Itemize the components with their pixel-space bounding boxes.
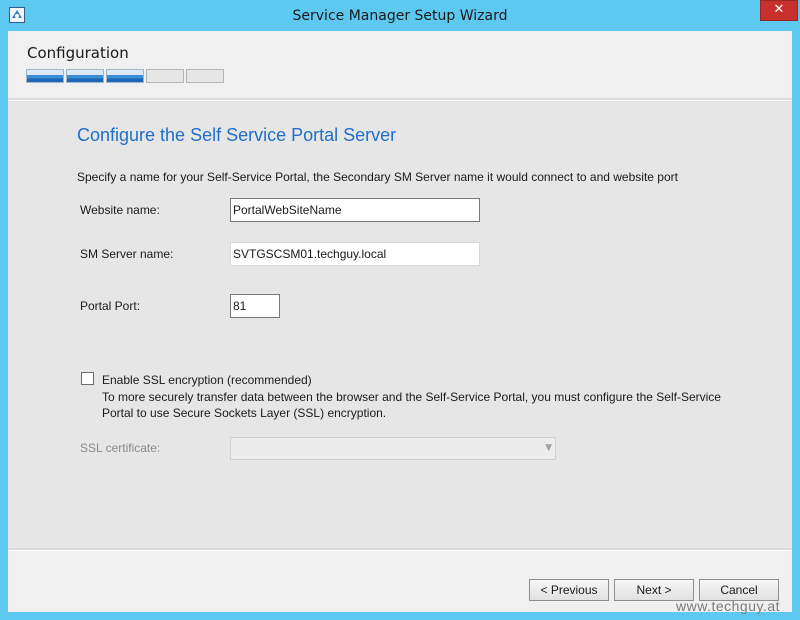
website-name-input[interactable]: PortalWebSiteName bbox=[230, 198, 480, 222]
website-name-label: Website name: bbox=[80, 203, 160, 217]
progress-step bbox=[186, 69, 224, 83]
wizard-footer: < Previous Next > Cancel bbox=[8, 551, 792, 612]
ssl-certificate-label: SSL certificate: bbox=[80, 441, 161, 455]
page-description: Specify a name for your Self-Service Por… bbox=[77, 170, 678, 184]
watermark: www.techguy.at bbox=[676, 598, 781, 614]
previous-button[interactable]: < Previous bbox=[529, 579, 609, 601]
progress-step bbox=[66, 69, 104, 83]
ssl-checkbox[interactable] bbox=[81, 372, 94, 385]
progress-bar bbox=[26, 69, 224, 85]
header-title: Configuration bbox=[27, 44, 129, 62]
wizard-client-area: Configuration Configure the Self Service… bbox=[8, 31, 792, 612]
close-button[interactable]: ✕ bbox=[760, 0, 798, 21]
wizard-header: Configuration bbox=[8, 31, 792, 101]
ssl-certificate-dropdown[interactable]: ▼ bbox=[230, 437, 556, 460]
wizard-content: Configure the Self Service Portal Server… bbox=[8, 101, 792, 548]
portal-port-label: Portal Port: bbox=[80, 299, 141, 313]
close-icon: ✕ bbox=[773, 2, 785, 17]
chevron-down-icon: ▼ bbox=[545, 443, 552, 453]
ssl-description: To more securely transfer data between t… bbox=[102, 390, 721, 420]
progress-step bbox=[106, 69, 144, 83]
wizard-window: Service Manager Setup Wizard ✕ Configura… bbox=[0, 0, 800, 620]
sm-server-name-input[interactable]: SVTGSCSM01.techguy.local bbox=[230, 242, 480, 266]
ssl-checkbox-label[interactable]: Enable SSL encryption (recommended) bbox=[102, 373, 312, 387]
page-title: Configure the Self Service Portal Server bbox=[77, 125, 397, 145]
progress-step bbox=[26, 69, 64, 83]
portal-port-input[interactable]: 81 bbox=[230, 294, 280, 318]
sm-server-name-label: SM Server name: bbox=[80, 247, 174, 261]
progress-step bbox=[146, 69, 184, 83]
window-title: Service Manager Setup Wizard bbox=[292, 8, 508, 24]
title-bar[interactable]: Service Manager Setup Wizard ✕ bbox=[0, 0, 800, 32]
